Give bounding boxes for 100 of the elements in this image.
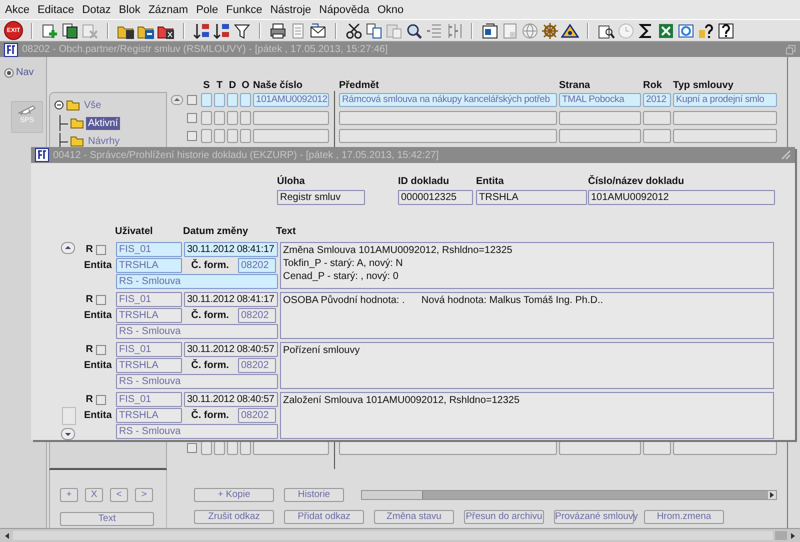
copy-icon[interactable]	[365, 22, 383, 40]
menu-item[interactable]: Funkce	[226, 4, 262, 16]
checkbox[interactable]	[96, 344, 106, 354]
input-field[interactable]: 0000012325	[398, 190, 473, 205]
text-area[interactable]: Změna Smlouva 101AMU0092012, Rshldno=12325 Tokfin_P - starý: A, nový: N Cenad_P - starý: , nový: 0	[280, 242, 774, 289]
input-field[interactable]: 08202	[238, 408, 276, 423]
tree-item[interactable]: Aktivní	[86, 116, 120, 130]
menu-item[interactable]: Editace	[37, 4, 74, 16]
input-field[interactable]: 30.11.2012 08:41:17	[184, 292, 278, 307]
nav-button[interactable]: X	[85, 488, 103, 502]
input-field[interactable]: RS - Smlouva	[116, 374, 278, 389]
text-area[interactable]: Pořízení smlouvy	[280, 342, 774, 389]
radio-button[interactable]	[4, 68, 14, 78]
scroll-up-icon[interactable]	[171, 95, 183, 105]
magnifier-icon[interactable]	[405, 22, 423, 40]
printer-icon[interactable]	[269, 22, 287, 40]
text-area[interactable]: OSOBA Původní hodnota: . Nová hodnota: Malkus Tomáš Ing. Ph.D..	[280, 292, 774, 339]
menu-item[interactable]: Záznam	[148, 4, 188, 16]
help-cursor-icon[interactable]	[717, 22, 735, 40]
resize-grip-icon[interactable]	[781, 150, 791, 160]
menu-item[interactable]: Okno	[377, 4, 404, 16]
help-icon[interactable]	[697, 22, 715, 40]
action-button[interactable]: + Kopie	[194, 488, 274, 502]
input-field[interactable]: 30.11.2012 08:40:57	[184, 392, 278, 407]
document-stack-icon[interactable]	[61, 22, 79, 40]
input-field[interactable]: TRSHLA	[116, 258, 182, 273]
menu-item[interactable]: Blok	[118, 4, 140, 16]
scroll-thumb[interactable]	[62, 407, 76, 425]
scroll-left-icon[interactable]	[3, 532, 11, 540]
collapse-icon[interactable]	[54, 100, 64, 110]
input-field[interactable]: 08202	[238, 258, 276, 273]
forms-icon[interactable]	[481, 22, 499, 40]
field-label: Entita	[476, 176, 505, 187]
checkbox[interactable]	[96, 244, 106, 254]
input-field[interactable]: FIS_01	[116, 242, 182, 257]
action-button[interactable]: Změna stavu	[374, 510, 454, 524]
menu-item[interactable]: Dotaz	[82, 4, 111, 16]
spreadsheet-icon[interactable]	[657, 22, 675, 40]
table-cell	[227, 129, 238, 143]
menu-item[interactable]: Nástroje	[270, 4, 312, 16]
app-icon	[35, 148, 49, 162]
menu-item[interactable]: Akce	[5, 4, 30, 16]
input-field[interactable]: TRSHLA	[116, 408, 182, 423]
input-field[interactable]: 30.11.2012 08:41:17	[184, 242, 278, 257]
field-label: R	[86, 344, 93, 355]
action-button[interactable]: Zrušit odkaz	[194, 510, 274, 524]
envelope-icon[interactable]	[309, 22, 327, 40]
triangle-icon[interactable]	[561, 22, 579, 40]
checkbox[interactable]	[96, 394, 106, 404]
input-field[interactable]: RS - Smlouva	[116, 324, 278, 339]
text-area[interactable]: Založení Smlouva 101AMU0092012, Rshldno=12325	[280, 392, 774, 439]
field-label: R	[86, 244, 93, 255]
input-field[interactable]: 30.11.2012 08:40:57	[184, 342, 278, 357]
checkbox[interactable]	[187, 95, 197, 105]
text-button[interactable]: Text	[60, 512, 154, 526]
input-field[interactable]: 08202	[238, 358, 276, 373]
window-title: 00412 - Správce/Prohlížení historie dokladu (EKZURP) - [pátek , 17.05.2013, 15:42:27]	[53, 150, 440, 160]
scrollbar[interactable]	[0, 528, 800, 542]
action-button[interactable]: Přesun do archivu	[464, 510, 544, 524]
scroll-down-icon[interactable]	[61, 428, 75, 440]
scissors-icon[interactable]	[345, 22, 363, 40]
input-field[interactable]: 08202	[238, 308, 276, 323]
scrollbar[interactable]	[361, 490, 777, 500]
menu-item[interactable]: Pole	[196, 4, 218, 16]
tree-item[interactable]: Návrhy	[86, 134, 122, 148]
input-field[interactable]: FIS_01	[116, 292, 182, 307]
wheel-icon[interactable]	[541, 22, 559, 40]
checkbox[interactable]	[187, 113, 197, 123]
action-button[interactable]: Hrom.zmena	[644, 510, 724, 524]
input-field[interactable]: 101AMU0092012	[588, 190, 775, 205]
sort-ascending-icon[interactable]	[193, 22, 211, 40]
input-field[interactable]: FIS_01	[116, 342, 182, 357]
input-field[interactable]: TRSHLA	[116, 358, 182, 373]
action-button[interactable]: Přidat odkaz	[284, 510, 364, 524]
radio-label[interactable]: Nav	[16, 67, 34, 78]
field-label: Č. form.	[190, 260, 230, 271]
input-field[interactable]: TRSHLA	[476, 190, 587, 205]
scroll-thumb[interactable]	[775, 531, 787, 540]
nav-button[interactable]: >	[135, 488, 153, 502]
sort-descending-icon[interactable]	[213, 22, 231, 40]
tree-item[interactable]: Vše	[82, 98, 104, 112]
browser-icon[interactable]	[677, 22, 695, 40]
input-field[interactable]: TRSHLA	[116, 308, 182, 323]
input-field[interactable]: Registr smluv	[277, 190, 365, 205]
checkbox[interactable]	[187, 131, 197, 141]
column-header: Naše číslo	[253, 80, 304, 91]
nav-button[interactable]: +	[60, 488, 78, 502]
checkbox[interactable]	[96, 294, 106, 304]
scroll-up-icon[interactable]	[61, 242, 75, 254]
menu-item[interactable]: Nápověda	[319, 4, 370, 16]
input-field[interactable]: RS - Smlouva	[116, 274, 278, 289]
input-field[interactable]: RS - Smlouva	[116, 424, 278, 439]
filter-icon[interactable]	[233, 22, 251, 40]
action-button[interactable]: Historie	[284, 488, 344, 502]
scroll-right-icon[interactable]	[768, 491, 776, 499]
input-field[interactable]: FIS_01	[116, 392, 182, 407]
nav-button[interactable]: <	[110, 488, 128, 502]
scroll-right-icon[interactable]	[789, 532, 797, 540]
document-plus-icon[interactable]	[41, 22, 59, 40]
checkbox[interactable]	[187, 443, 197, 453]
